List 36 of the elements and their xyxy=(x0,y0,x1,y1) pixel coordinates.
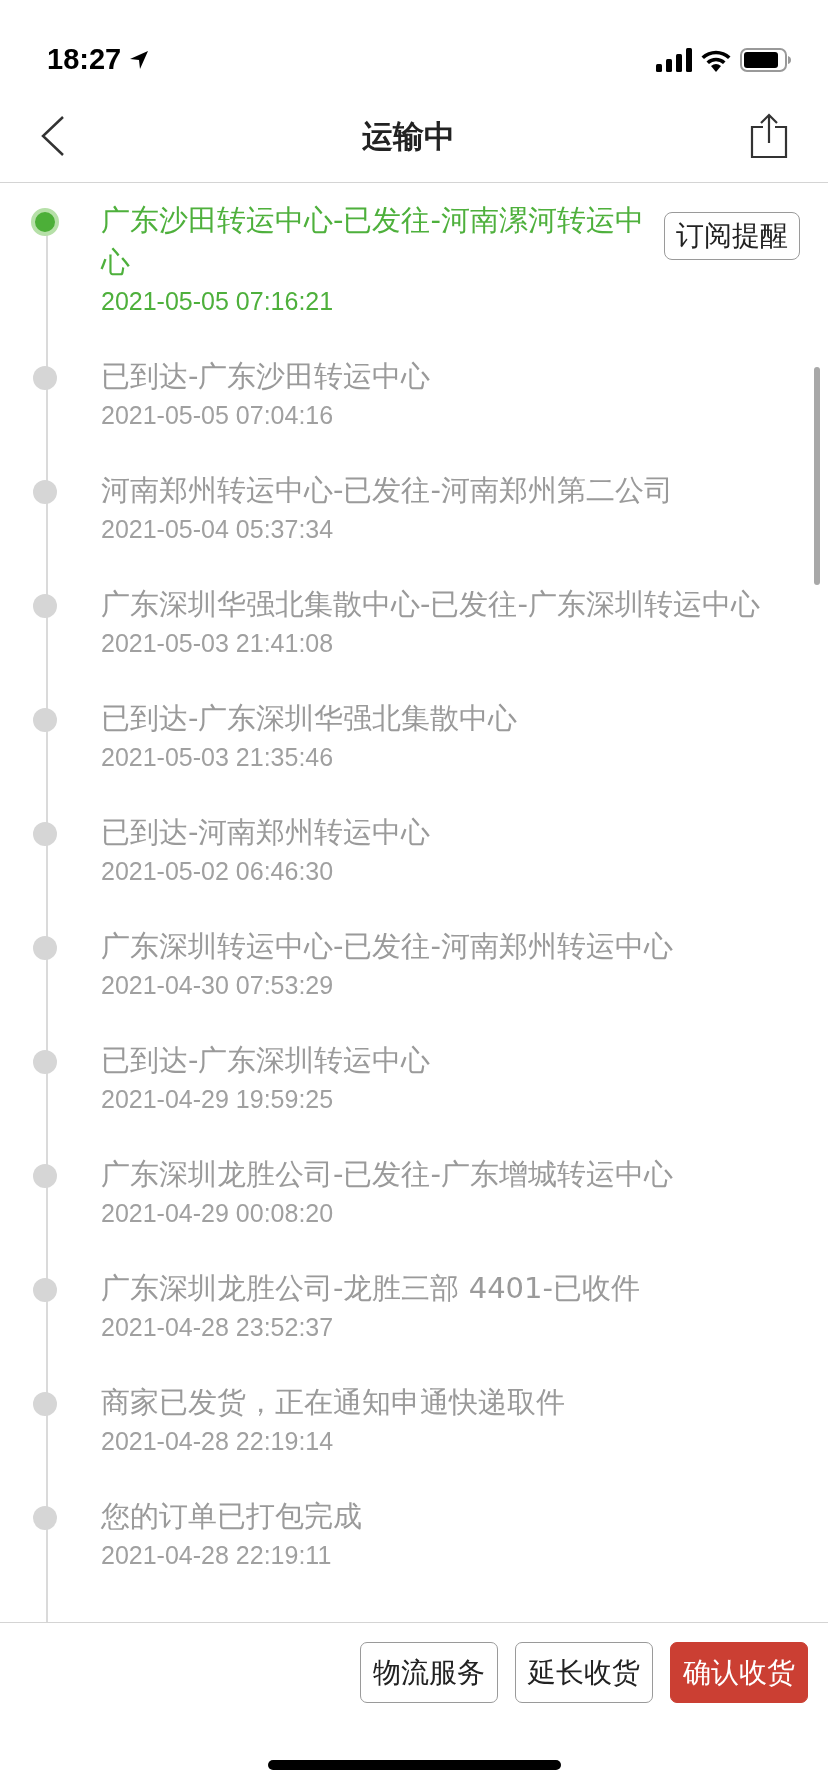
battery-icon xyxy=(740,48,792,72)
subscribe-button[interactable]: 订阅提醒 xyxy=(664,212,800,260)
tracking-time: 2021-05-05 07:16:21 xyxy=(101,286,335,317)
tracking-time: 2021-04-30 07:53:29 xyxy=(101,970,335,1001)
tracking-status: 已到达-广东深圳华强北集散中心 xyxy=(101,700,519,737)
tracking-time: 2021-05-03 21:35:46 xyxy=(101,742,335,773)
signal-icon xyxy=(656,48,692,72)
tracking-time: 2021-05-02 06:46:30 xyxy=(101,856,335,887)
tracking-time: 2021-05-05 07:04:16 xyxy=(101,400,335,431)
tracking-status: 广东沙田转运中心-已发往-河南漯河转运中心 xyxy=(101,202,645,281)
location-arrow-icon xyxy=(129,50,150,70)
tracking-status: 已到达-广东沙田转运中心 xyxy=(101,358,432,395)
tracking-status: 河南郑州转运中心-已发往-河南郑州第二公司 xyxy=(101,472,674,509)
action-button[interactable]: 物流服务 xyxy=(360,1642,498,1703)
back-button[interactable] xyxy=(40,115,66,157)
tracking-status: 广东深圳龙胜公司-已发往-广东增城转运中心 xyxy=(101,1156,674,1193)
confirm-button[interactable]: 确认收货 xyxy=(670,1642,808,1703)
tracking-status: 广东深圳转运中心-已发往-河南郑州转运中心 xyxy=(101,928,674,965)
status-time: 18:27 xyxy=(47,42,122,78)
tracking-time: 2021-04-28 23:52:37 xyxy=(101,1312,335,1343)
tracking-status: 广东深圳龙胜公司-龙胜三部 4401-已收件 xyxy=(101,1270,641,1307)
tracking-status: 您的订单已打包完成 xyxy=(101,1498,363,1535)
tracking-time: 2021-04-28 22:19:14 xyxy=(101,1426,335,1457)
tracking-time: 2021-04-28 22:19:11 xyxy=(101,1540,333,1571)
tracking-time: 2021-04-29 19:59:25 xyxy=(101,1084,335,1115)
action-button[interactable]: 延长收货 xyxy=(515,1642,653,1703)
wifi-icon xyxy=(700,48,732,72)
tracking-status: 广东深圳华强北集散中心-已发往-广东深圳转运中心 xyxy=(101,586,761,623)
page-title: 运输中 xyxy=(361,116,455,156)
tracking-time: 2021-04-29 00:08:20 xyxy=(101,1198,335,1229)
share-button[interactable] xyxy=(750,113,788,159)
tracking-status: 商家已发货，正在通知申通快递取件 xyxy=(101,1384,566,1421)
tracking-status: 已到达-广东深圳转运中心 xyxy=(101,1042,432,1079)
tracking-time: 2021-05-04 05:37:34 xyxy=(101,514,335,545)
tracking-time: 2021-05-03 21:41:08 xyxy=(101,628,335,659)
tracking-status: 已到达-河南郑州转运中心 xyxy=(101,814,432,851)
